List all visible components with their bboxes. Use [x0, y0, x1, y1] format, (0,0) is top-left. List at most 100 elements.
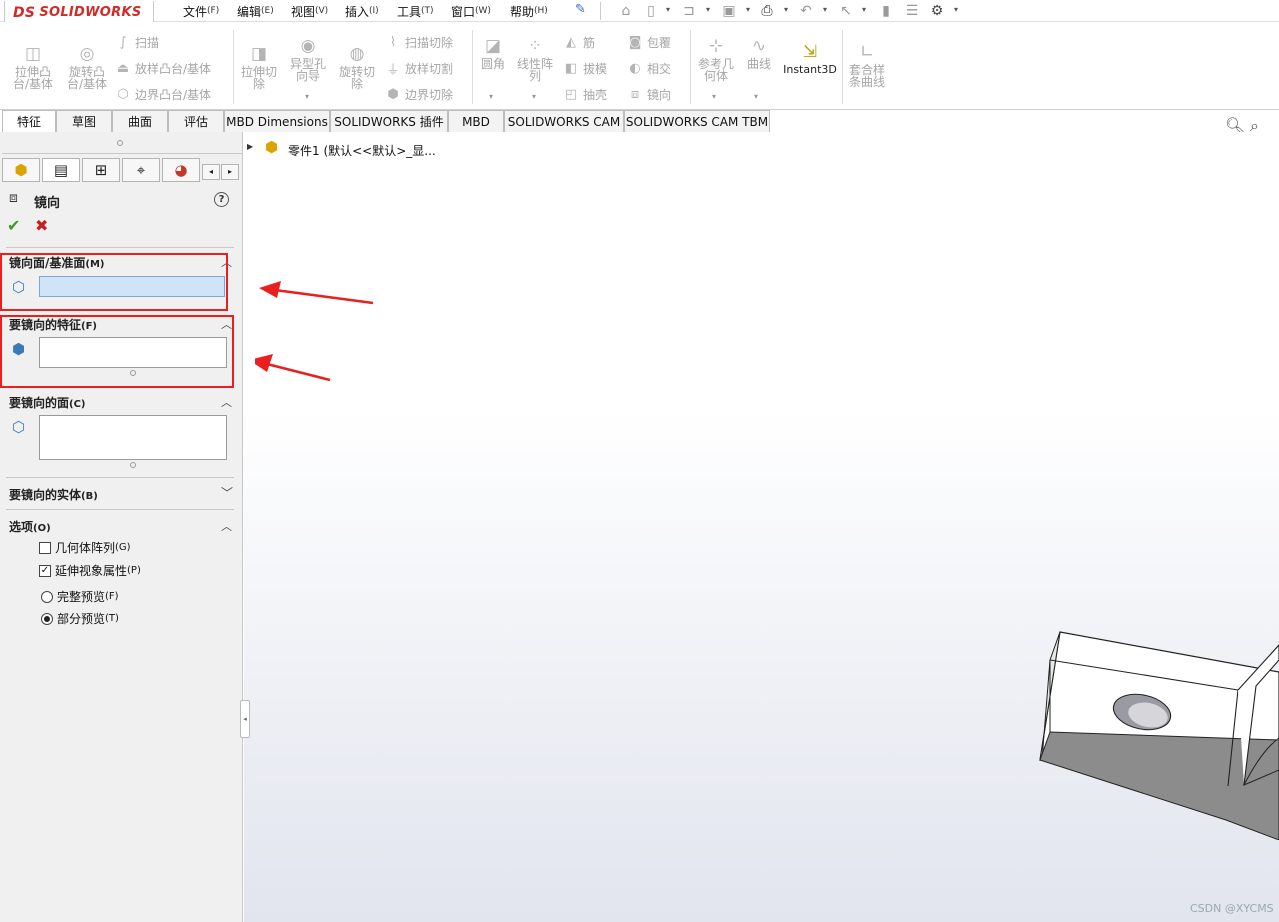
mirror-button[interactable]: ⧈ 镜向: [626, 85, 671, 103]
expand-chevron-down-icon[interactable]: ﹀: [221, 484, 233, 501]
open-dropdown-icon[interactable]: ▾: [706, 5, 710, 14]
file-properties-icon[interactable]: ☰: [903, 2, 921, 20]
ok-checkmark-icon[interactable]: ✔: [7, 216, 20, 235]
sweep-button[interactable]: ∫ 扫描: [114, 33, 159, 51]
annotation-arrow-2: [255, 354, 331, 382]
intersect-button[interactable]: ◐ 相交: [626, 59, 671, 77]
options-gear-icon[interactable]: ⚙: [928, 2, 946, 20]
section-faces-title[interactable]: 要镜向的面(C): [9, 394, 86, 411]
list-resize-handle[interactable]: [130, 462, 136, 468]
menu-insert[interactable]: 插入 (I): [345, 2, 379, 20]
revolve-boss-button[interactable]: ◎ 旋转凸 台/基体: [62, 44, 112, 90]
print-icon[interactable]: ⎙: [758, 2, 776, 20]
fillet-button[interactable]: ◪ 圆角: [476, 36, 510, 70]
checkbox-checked-icon[interactable]: ✓: [39, 564, 51, 577]
loft-cut-icon: ⏚: [386, 62, 400, 78]
propagate-visual-checkbox[interactable]: ✓ 延伸视象属性 (P): [39, 562, 141, 579]
section-bodies-title[interactable]: 要镜向的实体(B): [9, 486, 98, 503]
section-options-title[interactable]: 选项(O): [9, 518, 51, 535]
new-dropdown-icon[interactable]: ▾: [666, 5, 670, 14]
collapse-chevron-up-icon[interactable]: ︿: [221, 394, 232, 410]
tab-features[interactable]: 特征: [2, 110, 56, 132]
menu-edit[interactable]: 编辑 (E): [237, 2, 274, 20]
menu-tools[interactable]: 工具 (T): [397, 2, 434, 20]
open-icon[interactable]: ⊐: [680, 2, 698, 20]
print-dropdown-icon[interactable]: ▾: [784, 5, 788, 14]
instant3d-button[interactable]: ⇲ Instant3D: [781, 42, 839, 76]
extrude-cut-button[interactable]: ◨ 拉伸切 除: [236, 44, 282, 90]
panel-splitter-handle[interactable]: [117, 140, 123, 146]
checkbox-unchecked[interactable]: [39, 541, 51, 554]
fit-spline-button[interactable]: ∟ 套合样 条曲线: [845, 42, 889, 88]
menu-view[interactable]: 视图 (V): [291, 2, 328, 20]
tab-mbd[interactable]: MBD: [448, 110, 504, 132]
panel-collapse-handle[interactable]: ◂: [240, 700, 250, 738]
tab-surfaces[interactable]: 曲面: [112, 110, 168, 132]
draft-button[interactable]: ◧ 拔模: [562, 59, 607, 77]
tree-expand-arrow-icon[interactable]: ▶: [247, 142, 253, 151]
collapse-chevron-up-icon[interactable]: ︿: [221, 518, 232, 534]
undo-dropdown-icon[interactable]: ▾: [823, 5, 827, 14]
full-preview-radio[interactable]: 完整预览 (F): [41, 588, 119, 605]
save-dropdown-icon[interactable]: ▾: [746, 5, 750, 14]
reference-geometry-button[interactable]: ⊹ 参考几 何体: [693, 36, 739, 82]
options-dropdown-icon[interactable]: ▾: [954, 5, 958, 14]
tab-sketch[interactable]: 草图: [56, 110, 112, 132]
boundary-cut-button[interactable]: ⬢ 边界切除: [384, 85, 453, 103]
dimxpert-manager-tab[interactable]: ⌖: [122, 158, 160, 182]
rebuild-icon[interactable]: ▮: [877, 2, 895, 20]
save-icon[interactable]: ▣: [720, 2, 738, 20]
property-manager-tab[interactable]: ▤: [42, 158, 80, 182]
tab-scroll-right-icon[interactable]: ▸: [221, 164, 239, 180]
select-dropdown-icon[interactable]: ▾: [862, 5, 866, 14]
loft-cut-button[interactable]: ⏚ 放样切割: [384, 59, 453, 78]
tab-mbd-dimensions[interactable]: MBD Dimensions: [224, 110, 330, 132]
part-icon: ⬢: [265, 138, 279, 156]
loft-boss-button[interactable]: ⏏ 放样凸台/基体: [114, 59, 211, 77]
rib-button[interactable]: ◭ 筋: [562, 33, 595, 51]
pin-icon[interactable]: ✎: [575, 2, 586, 17]
tab-solidworks-addins[interactable]: SOLIDWORKS 插件: [330, 110, 448, 132]
extrude-boss-button[interactable]: ◫ 拉伸凸 台/基体: [8, 44, 58, 90]
menu-window[interactable]: 窗口 (W): [451, 2, 491, 20]
geometry-pattern-checkbox[interactable]: 几何体阵列 (G): [39, 539, 131, 556]
shell-button[interactable]: ◰ 抽壳: [562, 85, 607, 103]
undo-icon[interactable]: ↶: [797, 2, 815, 20]
curves-dropdown-icon[interactable]: ▾: [754, 92, 758, 101]
tab-solidworks-cam-tbm[interactable]: SOLIDWORKS CAM TBM: [624, 110, 770, 132]
reference-geometry-icon: ⊹: [708, 36, 724, 56]
tab-evaluate[interactable]: 评估: [168, 110, 224, 132]
sweep-cut-button[interactable]: ⌇ 扫描切除: [384, 33, 453, 51]
wrap-button[interactable]: ◙ 包覆: [626, 33, 671, 51]
feature-manager-tab[interactable]: ⬢: [2, 158, 40, 182]
partial-preview-radio[interactable]: 部分预览 (T): [41, 610, 119, 627]
help-icon[interactable]: ?: [214, 192, 229, 207]
wrap-icon: ◙: [628, 34, 642, 50]
shell-icon: ◰: [564, 86, 578, 102]
menu-help[interactable]: 帮助 (H): [510, 2, 548, 20]
feature-tree-root[interactable]: 零件1 (默认<<默认>_显...: [288, 142, 436, 159]
select-cursor-icon[interactable]: ↖: [837, 2, 855, 20]
fillet-dropdown-icon[interactable]: ▾: [489, 92, 493, 101]
home-icon[interactable]: ⌂: [617, 2, 635, 20]
revolve-cut-button[interactable]: ◍ 旋转切 除: [334, 44, 380, 90]
cancel-x-icon[interactable]: ✖: [35, 216, 48, 235]
linear-pattern-button[interactable]: ⁘ 线性阵 列: [512, 36, 558, 82]
fillet-icon: ◪: [484, 36, 502, 56]
display-manager-icon: ◕: [174, 161, 188, 179]
pattern-dropdown-icon[interactable]: ▾: [532, 92, 536, 101]
radio-selected[interactable]: [41, 612, 53, 625]
ref-geometry-dropdown-icon[interactable]: ▾: [712, 92, 716, 101]
hole-wizard-button[interactable]: ◉ 异型孔 向导: [284, 36, 332, 82]
curves-button[interactable]: ∿ 曲线: [742, 36, 776, 70]
display-manager-tab[interactable]: ◕: [162, 158, 200, 182]
configuration-manager-tab[interactable]: ⊞: [82, 158, 120, 182]
new-document-icon[interactable]: ▯: [642, 2, 660, 20]
menu-file[interactable]: 文件 (F): [183, 2, 219, 20]
hole-wizard-dropdown-icon[interactable]: ▾: [305, 92, 309, 101]
faces-selection-box[interactable]: [39, 415, 227, 460]
tab-scroll-left-icon[interactable]: ◂: [202, 164, 220, 180]
radio-unselected[interactable]: [41, 590, 53, 603]
tab-solidworks-cam[interactable]: SOLIDWORKS CAM: [504, 110, 624, 132]
boundary-boss-button[interactable]: ⬡ 边界凸台/基体: [114, 85, 211, 103]
